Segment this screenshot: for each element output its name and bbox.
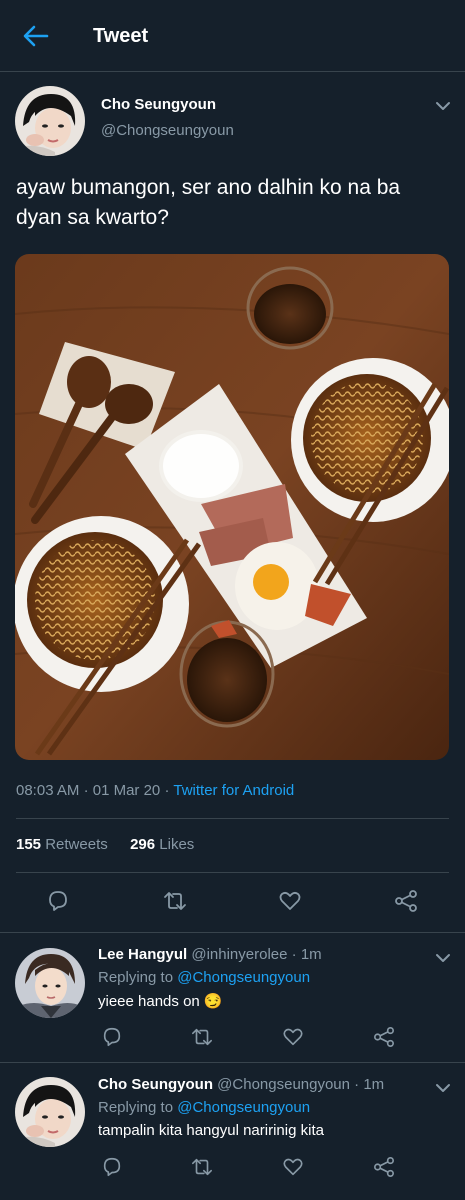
- reply-avatar[interactable]: [15, 948, 85, 1018]
- share-icon[interactable]: [371, 1154, 397, 1180]
- share-icon[interactable]: [392, 887, 420, 915]
- author-avatar[interactable]: [15, 86, 85, 156]
- replying-to-label: Replying to: [98, 1099, 174, 1116]
- likes-stat[interactable]: 296 Likes: [130, 836, 194, 853]
- likes-count: 296: [130, 836, 156, 853]
- divider: [16, 818, 449, 819]
- smirk-emoji: 😏: [203, 993, 223, 1010]
- heart-icon[interactable]: [280, 1024, 306, 1050]
- retweet-icon[interactable]: [188, 1154, 216, 1180]
- replying-to-mention[interactable]: @Chongseungyoun: [177, 1099, 310, 1116]
- replying-to-line: Replying to @Chongseungyoun: [98, 1099, 310, 1116]
- tweet-date: 01 Mar 20: [92, 782, 161, 799]
- author-handle[interactable]: @Chongseungyoun: [101, 122, 234, 139]
- reply-text: yieee hands on 😏: [98, 992, 223, 1010]
- tweet-timestamp: 08:03 AM · 01 Mar 20 · Twitter for Andro…: [16, 782, 295, 799]
- replying-to-mention[interactable]: @Chongseungyoun: [177, 969, 310, 986]
- tweet-photo[interactable]: [15, 254, 449, 760]
- replying-to-label: Replying to: [98, 969, 174, 986]
- reply-author-line: Lee Hangyul @inhinyerolee · 1m: [98, 946, 322, 963]
- tweet-stats: 155 Retweets 296 Likes: [16, 836, 194, 853]
- reply-author-name[interactable]: Lee Hangyul: [98, 946, 187, 963]
- share-icon[interactable]: [371, 1024, 397, 1050]
- retweets-stat[interactable]: 155 Retweets: [16, 836, 108, 853]
- divider: [0, 1062, 465, 1063]
- likes-label: Likes: [159, 836, 195, 853]
- reply-icon[interactable]: [99, 1024, 125, 1050]
- divider: [0, 932, 465, 933]
- reply-author-line: Cho Seungyoun @Chongseungyoun · 1m: [98, 1076, 385, 1093]
- reply-icon[interactable]: [44, 887, 72, 915]
- reply-time: 1m: [300, 946, 322, 963]
- top-bar: Tweet: [0, 0, 465, 72]
- tweet-source-link[interactable]: Twitter for Android: [173, 782, 294, 799]
- page-title: Tweet: [93, 25, 149, 47]
- reply-avatar[interactable]: [15, 1077, 85, 1147]
- retweet-icon[interactable]: [188, 1024, 216, 1050]
- reply-author-handle[interactable]: @inhinyerolee: [191, 946, 287, 963]
- heart-icon[interactable]: [280, 1154, 306, 1180]
- reply-text: tampalin kita hangyul naririnig kita: [98, 1122, 324, 1139]
- author-name[interactable]: Cho Seungyoun: [101, 96, 216, 113]
- reply-text-body: yieee hands on: [98, 993, 200, 1010]
- replying-to-line: Replying to @Chongseungyoun: [98, 969, 310, 986]
- back-arrow-icon[interactable]: [20, 22, 52, 50]
- reply-author-handle[interactable]: @Chongseungyoun: [217, 1076, 350, 1093]
- retweets-label: Retweets: [45, 836, 108, 853]
- reply-time: 1m: [363, 1076, 385, 1093]
- chevron-down-icon[interactable]: [435, 100, 451, 112]
- reply-icon[interactable]: [99, 1154, 125, 1180]
- reply-author-name[interactable]: Cho Seungyoun: [98, 1076, 213, 1093]
- retweet-icon[interactable]: [160, 887, 190, 915]
- retweets-count: 155: [16, 836, 42, 853]
- chevron-down-icon[interactable]: [435, 952, 451, 964]
- heart-icon[interactable]: [276, 887, 304, 915]
- divider: [16, 872, 449, 873]
- tweet-text: ayaw bumangon, ser ano dalhin ko na ba d…: [16, 176, 401, 229]
- tweet-time: 08:03 AM: [16, 782, 80, 799]
- chevron-down-icon[interactable]: [435, 1082, 451, 1094]
